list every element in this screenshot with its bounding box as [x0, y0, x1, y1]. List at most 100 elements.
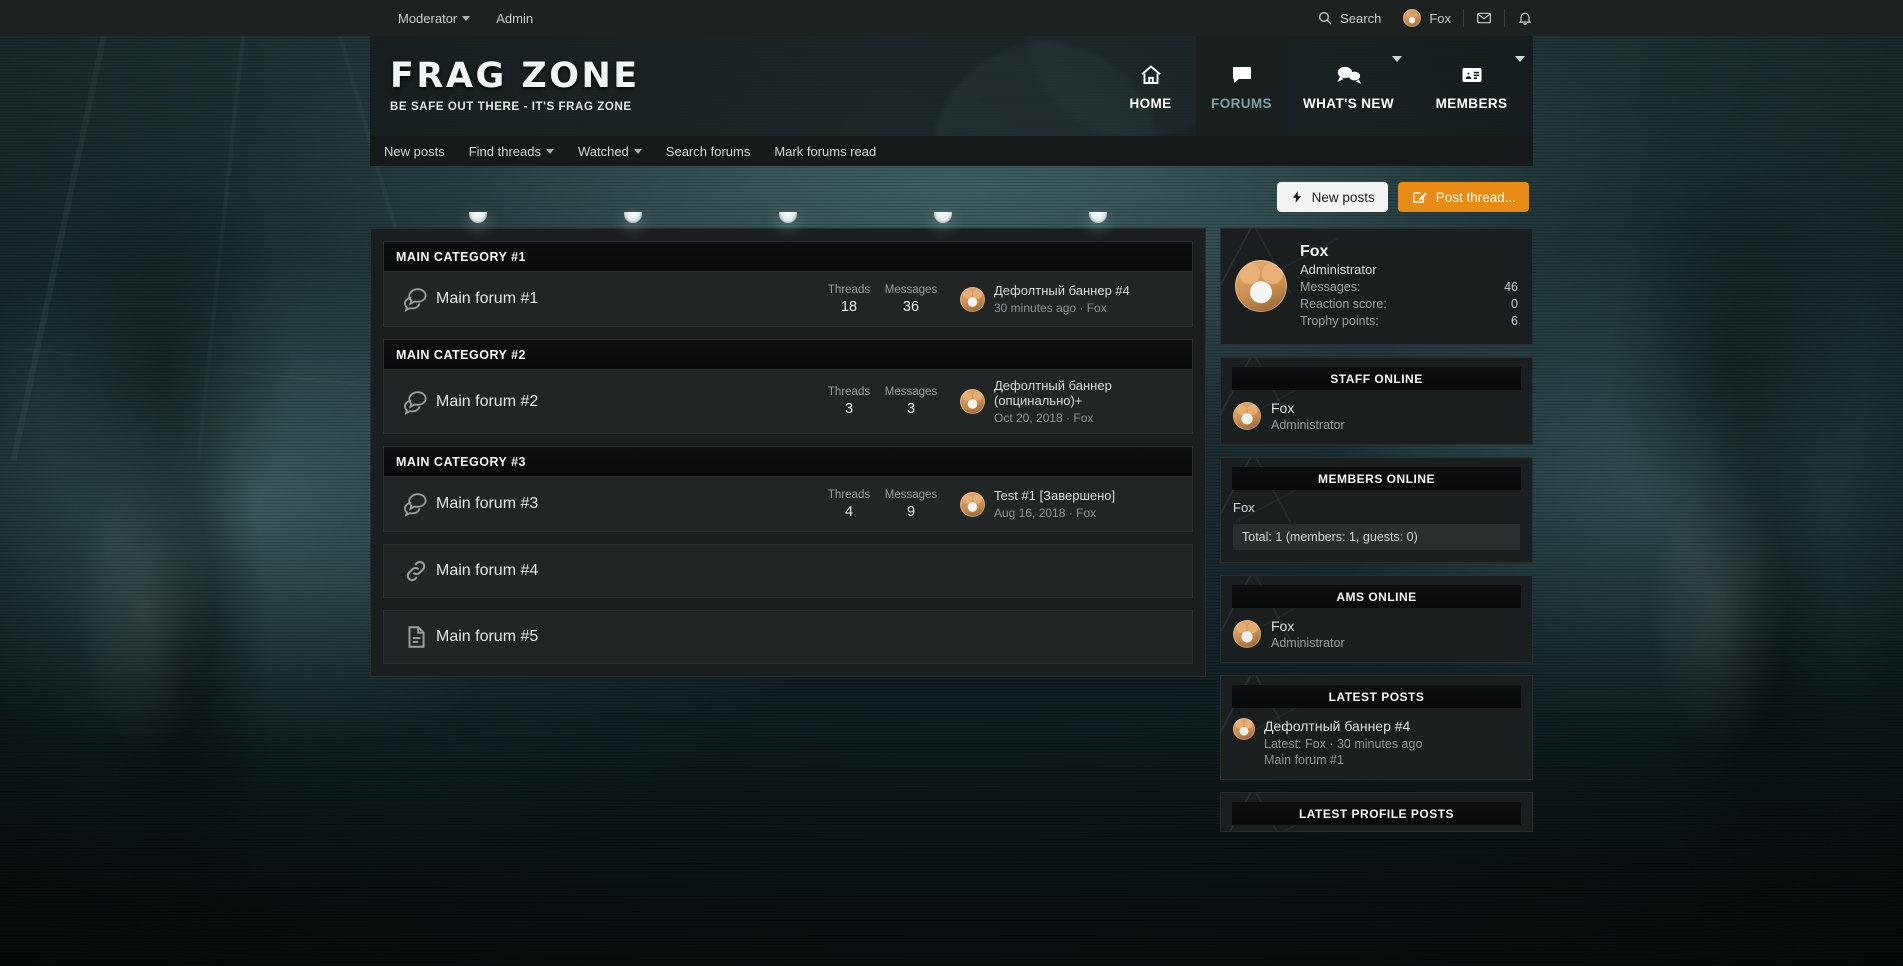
member-name[interactable]: Fox: [1233, 500, 1520, 515]
stat-value: 46: [1504, 280, 1518, 294]
last-post-title[interactable]: Дефолтный баннер #4: [994, 283, 1130, 298]
alerts-button[interactable]: [1517, 10, 1533, 26]
mail-icon: [1477, 12, 1491, 24]
search-label: Search: [1340, 10, 1382, 26]
profile-info: Fox Administrator Messages: 46 Reaction …: [1300, 243, 1518, 328]
profile-summary: Fox Administrator Messages: 46 Reaction …: [1221, 229, 1532, 344]
subnav-item-find-threads[interactable]: Find threads: [469, 144, 554, 159]
post-thread-button[interactable]: Post thread...: [1397, 182, 1529, 212]
last-post-meta: 30 minutes ago · Fox: [994, 301, 1107, 315]
user-name[interactable]: Fox: [1271, 618, 1345, 634]
forum-title[interactable]: Main forum #2: [436, 393, 818, 411]
user-name[interactable]: Fox: [1271, 400, 1345, 416]
user-role: Administrator: [1271, 636, 1345, 650]
user-info: Fox Administrator: [1271, 400, 1345, 432]
subnav-label-search-forums: Search forums: [665, 143, 751, 159]
category-block: MAIN CATEGORY #2 Main forum #2 Threads 3: [383, 339, 1193, 434]
avatar[interactable]: [1233, 620, 1261, 648]
topbar-item-admin[interactable]: Admin: [496, 11, 533, 26]
profile-role: Administrator: [1300, 262, 1377, 277]
forum-title[interactable]: Main forum #3: [436, 495, 818, 513]
background-soldier-left: [0, 30, 330, 966]
speech-bubbles-icon: [396, 286, 436, 312]
post-thread-label: Post thread...: [1435, 189, 1516, 205]
forum-row[interactable]: Main forum #5: [383, 610, 1193, 664]
site-logo[interactable]: FRAG ZONE BE SAFE OUT THERE - IT'S FRAG …: [390, 56, 640, 114]
nav-item-members[interactable]: MEMBERS: [1410, 36, 1533, 136]
forum-title[interactable]: Main forum #5: [436, 628, 1180, 646]
main-column: MAIN CATEGORY #1 Main forum #1 Threads 1…: [370, 212, 1206, 844]
top-bar: Moderator Admin Search Fox: [0, 0, 1903, 36]
avatar[interactable]: [1233, 718, 1255, 740]
subnav-item-watched[interactable]: Watched: [578, 144, 642, 159]
stat-key: Reaction score:: [1300, 297, 1387, 311]
forum-title[interactable]: Main forum #4: [436, 562, 1180, 580]
stat-key: Messages:: [1300, 280, 1361, 294]
category-header[interactable]: MAIN CATEGORY #3: [383, 446, 1193, 476]
latest-post-title[interactable]: Дефолтный баннер #4: [1264, 718, 1422, 734]
forum-title[interactable]: Main forum #1: [436, 290, 818, 308]
stat-value: 0: [1511, 297, 1518, 311]
forum-row[interactable]: Main forum #3 Threads 4 Messages 9 Test …: [383, 476, 1193, 532]
avatar[interactable]: [1233, 402, 1261, 430]
search-button[interactable]: Search: [1317, 10, 1381, 26]
last-post-title[interactable]: Дефолтный баннер (опцинально)+: [994, 378, 1180, 408]
user-menu-button[interactable]: Fox: [1403, 9, 1451, 27]
content-row: MAIN CATEGORY #1 Main forum #1 Threads 1…: [370, 212, 1533, 844]
threads-label: Threads: [827, 283, 871, 296]
category-header[interactable]: MAIN CATEGORY #1: [383, 241, 1193, 271]
last-post-cell: Дефолтный баннер (опцинально)+ Oct 20, 2…: [960, 378, 1180, 425]
document-icon: [396, 624, 436, 650]
nav-item-home[interactable]: HOME: [1105, 36, 1196, 136]
divider: [1463, 9, 1464, 27]
sidebar: Fox Administrator Messages: 46 Reaction …: [1220, 228, 1533, 844]
messages-label: Messages: [884, 488, 938, 501]
staff-online-title: STAFF ONLINE: [1232, 367, 1521, 390]
threads-count: 4: [844, 503, 854, 520]
forum-row[interactable]: Main forum #2 Threads 3 Messages 3 Дефол…: [383, 369, 1193, 434]
list-item[interactable]: Fox Administrator: [1233, 400, 1520, 432]
new-posts-button[interactable]: New posts: [1276, 182, 1388, 212]
chevron-down-icon: [545, 148, 554, 154]
main-navigation: HOME FORUMS WHAT'S NEW MEMBERS: [1105, 36, 1533, 136]
category-block: MAIN CATEGORY #3 Main forum #3 Threads 4: [383, 446, 1193, 532]
last-post-title[interactable]: Test #1 [Завершено]: [994, 488, 1115, 503]
avatar: [1403, 9, 1422, 27]
ams-online-title: AMS ONLINE: [1232, 585, 1521, 608]
staff-online-body: Fox Administrator: [1221, 390, 1532, 444]
forum-row[interactable]: Main forum #1 Threads 18 Messages 36 Деф…: [383, 271, 1193, 327]
list-item[interactable]: Дефолтный баннер #4 Latest: Fox · 30 min…: [1233, 718, 1520, 767]
avatar[interactable]: [960, 491, 985, 517]
lamp-icon: [934, 212, 953, 223]
list-item[interactable]: Fox Administrator: [1233, 618, 1520, 650]
category-header[interactable]: MAIN CATEGORY #2: [383, 339, 1193, 369]
logo-title: FRAG ZONE: [390, 56, 640, 96]
threads-stat: Threads 4: [818, 489, 880, 520]
chevron-down-icon[interactable]: [1515, 56, 1525, 62]
members-online-total: Total: 1 (members: 1, guests: 0): [1233, 524, 1520, 550]
messages-stat: Messages 3: [880, 386, 942, 417]
latest-posts-title: LATEST POSTS: [1232, 685, 1521, 708]
latest-profile-posts-title: LATEST PROFILE POSTS: [1232, 802, 1521, 825]
chevron-down-icon: [633, 148, 642, 154]
nav-item-forums[interactable]: FORUMS: [1196, 36, 1287, 136]
subnav-item-mark-forums-read[interactable]: Mark forums read: [774, 144, 876, 159]
avatar[interactable]: [960, 389, 985, 414]
nav-item-whats-new[interactable]: WHAT'S NEW: [1287, 36, 1410, 136]
last-post-meta: Aug 16, 2018 · Fox: [994, 506, 1097, 520]
profile-name[interactable]: Fox: [1300, 243, 1518, 261]
avatar[interactable]: [1235, 259, 1287, 312]
topbar-item-moderator[interactable]: Moderator: [398, 11, 471, 26]
avatar[interactable]: [960, 286, 985, 312]
inbox-button[interactable]: [1476, 10, 1492, 26]
chevron-down-icon[interactable]: [1392, 56, 1402, 62]
profile-stat-messages: Messages: 46: [1300, 280, 1518, 294]
forum-list-container: MAIN CATEGORY #1 Main forum #1 Threads 1…: [370, 228, 1206, 677]
messages-label: Messages: [884, 283, 938, 296]
latest-post-forum[interactable]: Main forum #1: [1264, 753, 1422, 767]
subnav-item-new-posts[interactable]: New posts: [384, 144, 445, 159]
threads-label: Threads: [827, 386, 871, 398]
subnav-item-search-forums[interactable]: Search forums: [666, 144, 751, 159]
lamp-icon: [468, 212, 487, 223]
forum-row[interactable]: Main forum #4: [383, 544, 1193, 598]
